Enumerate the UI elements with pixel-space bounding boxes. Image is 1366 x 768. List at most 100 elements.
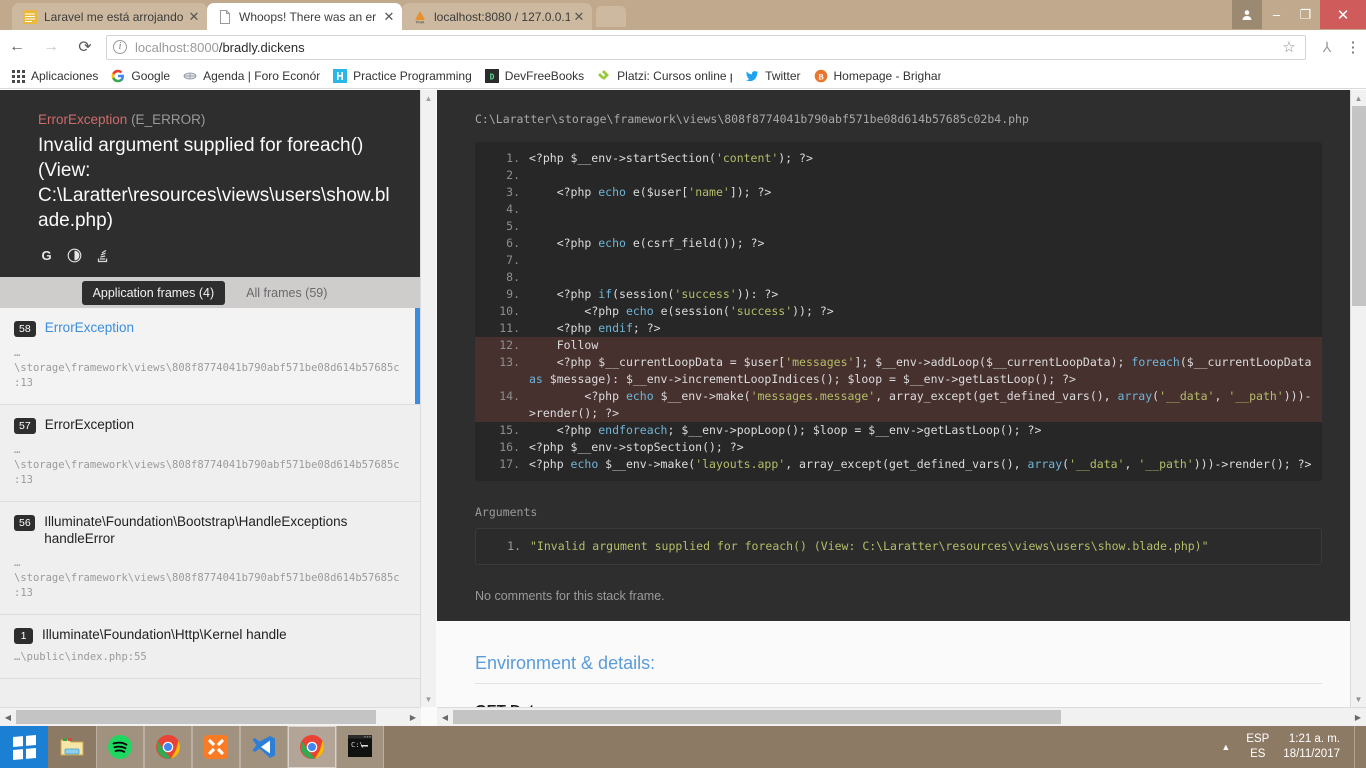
site-info-icon[interactable]: i (113, 40, 127, 54)
code-listing: 1. <?php $__env->startSection('content');… (475, 142, 1322, 481)
profile-avatar-icon[interactable] (1232, 0, 1262, 29)
code-line-highlighted: 12. Follow (475, 337, 1322, 354)
hackerrank-icon (332, 68, 348, 84)
taskbar-chrome-1[interactable] (144, 726, 192, 768)
new-tab-button[interactable] (596, 6, 626, 27)
frame-index: 1 (14, 628, 33, 644)
line-number: 11. (499, 321, 520, 335)
frame-file: \storage\framework\views\808f8774041b790… (14, 362, 400, 374)
frame-name: ErrorException (44, 417, 134, 432)
code-line: 17. <?php echo $__env->make('layouts.app'… (475, 456, 1322, 473)
scroll-right-icon[interactable]: ▶ (1350, 713, 1366, 722)
exception-search-links: G (38, 247, 398, 263)
duckduckgo-search-icon[interactable] (66, 247, 82, 263)
language-indicator[interactable]: ESP ES (1242, 732, 1283, 762)
reload-button[interactable]: ⟳ (68, 30, 102, 64)
frame-file-path: … \storage\framework\views\808f8774041b79… (14, 556, 406, 601)
stack-frame-58[interactable]: 58 ErrorException … \storage\framework\vi… (0, 308, 420, 405)
line-code: Follow (529, 338, 599, 352)
back-button[interactable]: ← (0, 30, 34, 64)
tab-all-frames[interactable]: All frames (59) (235, 281, 338, 305)
line-number: 10. (499, 304, 520, 318)
scrollbar-track[interactable] (16, 708, 405, 726)
bookmark-google[interactable]: Google (104, 66, 176, 87)
chrome-menu-icon[interactable]: ⋮ (1340, 38, 1366, 56)
pdf-extension-icon[interactable]: ⅄ (1314, 39, 1340, 56)
scroll-left-icon[interactable]: ◀ (437, 713, 453, 722)
sidebar-horizontal-scrollbar[interactable]: ◀ ▶ (0, 707, 421, 726)
bookmark-agenda[interactable]: Agenda | Foro Económ (176, 66, 326, 87)
close-window-button[interactable]: ✕ (1320, 0, 1366, 29)
argument-index: 1. (507, 539, 521, 553)
frame-file-path: … \storage\framework\views\808f8774041b79… (14, 346, 406, 391)
windows-start-icon (12, 734, 36, 760)
scroll-down-icon[interactable]: ▼ (421, 691, 436, 707)
argument-value: "Invalid argument supplied for foreach()… (530, 539, 1209, 553)
show-desktop-button[interactable] (1354, 726, 1362, 768)
bookmark-apps[interactable]: Aplicaciones (0, 66, 104, 87)
frame-line: :13 (14, 587, 33, 599)
clock-date: 18/11/2017 (1283, 748, 1340, 760)
tab-strip: Laravel me está arrojando ✕ Whoops! Ther… (0, 0, 1366, 30)
scrollbar-thumb[interactable] (453, 710, 1061, 724)
scroll-up-icon[interactable]: ▲ (1351, 90, 1366, 106)
scrollbar-track[interactable] (453, 708, 1350, 726)
tab-application-frames[interactable]: Application frames (4) (81, 280, 226, 305)
maximize-button[interactable]: ❐ (1291, 0, 1320, 29)
tab-close-icon[interactable]: ✕ (380, 9, 398, 25)
byu-icon: B (813, 68, 829, 84)
line-number: 5. (506, 219, 520, 233)
stack-frame-56[interactable]: 56 Illuminate\Foundation\Bootstrap\Handl… (0, 502, 420, 615)
show-hidden-icons-icon[interactable]: ▲ (1209, 742, 1242, 752)
scrollbar-thumb[interactable] (16, 710, 376, 724)
argument-row: 1. "Invalid argument supplied for foreac… (476, 538, 1321, 555)
bookmark-platzi[interactable]: Platzi: Cursos online p (590, 66, 738, 87)
bookmark-label: Aplicaciones (31, 69, 99, 83)
bookmark-practice-programming[interactable]: Practice Programming (326, 66, 478, 87)
taskbar-xampp[interactable] (192, 726, 240, 768)
frame-header: 57 ErrorException (14, 416, 406, 434)
taskbar-file-explorer[interactable] (48, 726, 96, 768)
stack-frame-57[interactable]: 57 ErrorException … \storage\framework\vi… (0, 405, 420, 502)
apps-grid-icon (10, 68, 26, 84)
clock[interactable]: 1:21 a. m. 18/11/2017 (1283, 732, 1354, 762)
bookmark-star-icon[interactable]: ☆ (1279, 38, 1299, 56)
minimize-button[interactable]: – (1262, 0, 1291, 29)
taskbar-vscode[interactable] (240, 726, 288, 768)
bookmark-devfreebooks[interactable]: D DevFreeBooks (478, 66, 590, 87)
page-horizontal-scrollbar[interactable]: ◀ ▶ (437, 707, 1366, 726)
stack-frame-1[interactable]: 1 Illuminate\Foundation\Http\Kernel hand… (0, 615, 420, 679)
line-number: 16. (499, 440, 520, 454)
address-bar[interactable]: i localhost:8000/bradly.dickens ☆ (106, 34, 1306, 60)
browser-tab-1[interactable]: Laravel me está arrojando ✕ (12, 3, 207, 30)
bookmark-twitter[interactable]: Twitter (738, 66, 806, 87)
lang-line1: ESP (1246, 733, 1270, 745)
browser-tab-2[interactable]: Whoops! There was an er ✕ (207, 3, 402, 30)
browser-tab-3[interactable]: PMA localhost:8080 / 127.0.0.1 ✕ (402, 3, 592, 30)
scroll-down-icon[interactable]: ▼ (1351, 691, 1366, 707)
tab-close-icon[interactable]: ✕ (185, 9, 203, 25)
scroll-right-icon[interactable]: ▶ (405, 713, 421, 722)
scroll-left-icon[interactable]: ◀ (0, 713, 16, 722)
url-path: /bradly.dickens (218, 39, 305, 55)
tab-close-icon[interactable]: ✕ (570, 9, 588, 25)
stackoverflow-search-icon[interactable] (94, 247, 110, 263)
google-search-icon[interactable]: G (38, 247, 54, 263)
scrollbar-thumb[interactable] (1352, 106, 1366, 306)
frame-ellipsis: … (14, 557, 21, 569)
bookmark-label: Practice Programming (353, 69, 472, 83)
code-line: 1. <?php $__env->startSection('content');… (475, 150, 1322, 167)
start-button[interactable] (0, 726, 48, 768)
taskbar-spotify[interactable] (96, 726, 144, 768)
code-line: 11. <?php endif; ?> (475, 320, 1322, 337)
line-number: 14. (499, 389, 520, 403)
taskbar-chrome-2[interactable] (288, 726, 336, 768)
taskbar-command-prompt[interactable]: C:\ (336, 726, 384, 768)
forward-button[interactable]: → (34, 30, 68, 64)
frame-file: \storage\framework\views\808f8774041b790… (14, 572, 400, 584)
page-vertical-scrollbar[interactable]: ▲ ▼ (1350, 90, 1366, 707)
sidebar-vertical-scrollbar[interactable]: ▲ ▼ (420, 90, 436, 707)
bookmark-homepage-brigham[interactable]: B Homepage - Brigham (807, 66, 947, 87)
scroll-up-icon[interactable]: ▲ (421, 90, 436, 106)
